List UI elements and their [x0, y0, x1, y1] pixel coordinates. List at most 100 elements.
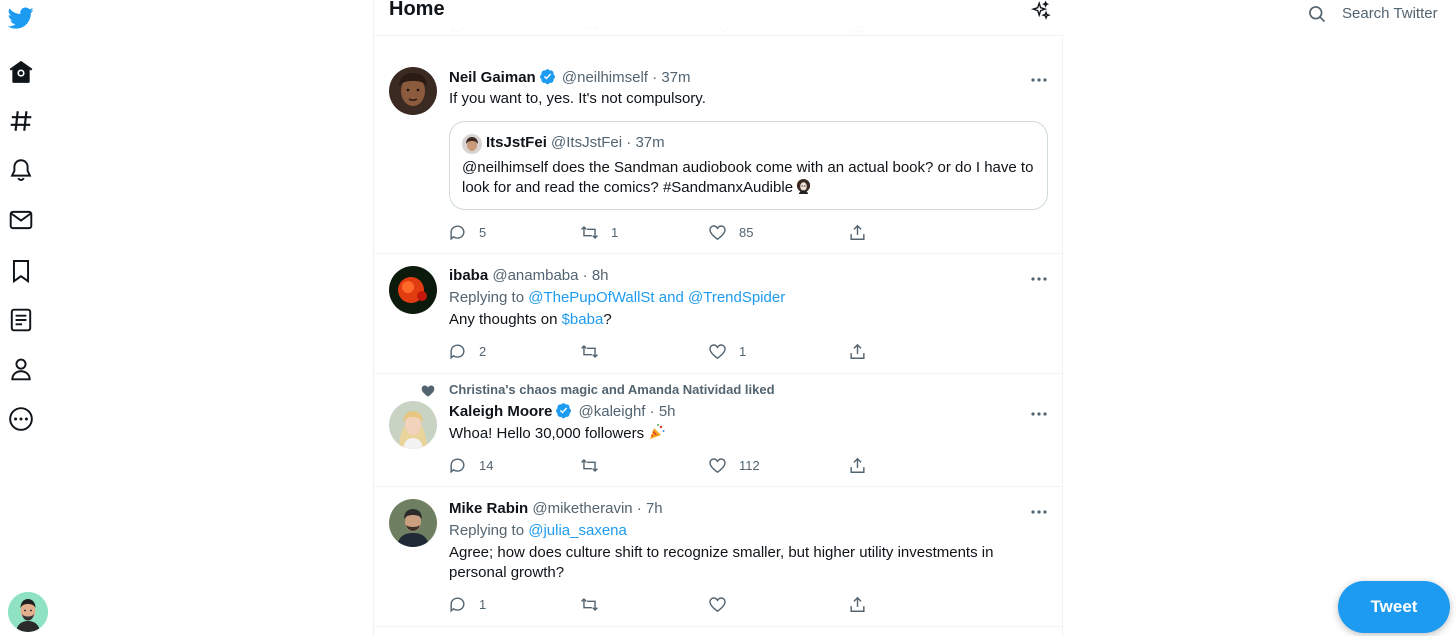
retweet-button[interactable]: 1 [580, 222, 618, 242]
tweet-actions: 14 112 [448, 455, 868, 475]
search-input[interactable]: Search Twitter [1342, 5, 1438, 22]
retweet-icon [581, 225, 598, 239]
top-tweets-sparkle-icon[interactable] [1029, 0, 1053, 22]
verified-badge-icon [556, 403, 572, 419]
reply-count: 5 [479, 224, 487, 240]
tweet[interactable]: Neil Gaiman @neilhimself · 37m If you wa… [374, 55, 1063, 254]
avatar[interactable] [389, 401, 437, 449]
social-context[interactable]: Christina's chaos magic and Amanda Nativ… [449, 382, 775, 397]
like-button[interactable]: 85 [708, 222, 753, 242]
author-name[interactable]: Neil Gaiman [449, 69, 536, 86]
tweet-text: Agree; how does culture shift to recogni… [449, 544, 994, 581]
tweet-text: Whoa! Hello 30,000 followers [449, 425, 645, 442]
reply-button[interactable]: 5 [448, 222, 486, 242]
author-handle[interactable]: @kaleighf [579, 403, 646, 420]
reply-button[interactable]: 14 [448, 455, 493, 475]
more-circle-icon[interactable] [6, 404, 36, 434]
timestamp[interactable]: 8h [592, 267, 609, 284]
share-icon [850, 596, 865, 612]
mention-link[interactable]: @julia_saxena [528, 522, 627, 539]
retweet-icon [581, 458, 598, 472]
author-handle[interactable]: @neilhimself [562, 69, 648, 86]
retweet-icon [581, 597, 598, 611]
share-button[interactable] [848, 341, 867, 361]
author-name[interactable]: Mike Rabin [449, 500, 528, 517]
mention-link[interactable]: @TrendSpider [688, 289, 785, 306]
retweet-button[interactable] [580, 455, 611, 475]
share-button[interactable] [848, 594, 867, 614]
timestamp[interactable]: 5h [659, 403, 676, 420]
tweet-compose-button[interactable]: Tweet [1338, 581, 1450, 633]
share-icon [850, 343, 865, 359]
share-button[interactable] [848, 222, 867, 242]
tweet-text: If you want to, yes. It's not compulsory… [449, 90, 706, 107]
retweet-icon [581, 344, 598, 358]
quoted-tweet[interactable]: ItsJstFei @ItsJstFei · 37m @neilhimself … [449, 121, 1048, 210]
more-options-icon[interactable] [1029, 406, 1049, 416]
reply-button[interactable]: 1 [448, 594, 486, 614]
reply-count: 1 [479, 596, 487, 612]
quoted-author-handle: @ItsJstFei [551, 134, 623, 151]
quoted-author-name: ItsJstFei [486, 134, 547, 151]
party-popper-emoji-icon [650, 424, 665, 439]
avatar[interactable] [389, 266, 437, 314]
reply-icon [450, 596, 465, 612]
author-name[interactable]: Kaleigh Moore [449, 403, 552, 420]
more-options-icon[interactable] [1029, 271, 1049, 281]
timestamp[interactable]: 7h [646, 500, 663, 517]
page-title: Home [389, 0, 445, 20]
heart-icon [709, 343, 726, 359]
heart-icon [709, 457, 726, 473]
reply-button[interactable]: 2 [448, 341, 486, 361]
retweet-button[interactable] [580, 341, 611, 361]
like-count: 112 [739, 457, 760, 473]
heart-icon [709, 596, 726, 612]
like-button[interactable]: 1 [708, 341, 746, 361]
quoted-timestamp: 37m [635, 134, 665, 151]
sandman-hashflag-emoji-icon [796, 178, 811, 195]
replying-to: Replying to @ThePupOfWallSt and @TrendSp… [449, 289, 786, 306]
retweet-count: 1 [611, 224, 619, 240]
mention-link[interactable]: @ThePupOfWallSt [528, 289, 654, 306]
verified-badge-icon [539, 69, 555, 85]
like-count: 85 [739, 224, 754, 240]
like-count: 1 [739, 343, 747, 359]
notifications-bell-icon[interactable] [6, 155, 36, 185]
more-options-icon[interactable] [1029, 72, 1049, 82]
author-handle[interactable]: @miketheravin [532, 500, 632, 517]
tweet-actions: 5 1 85 [448, 222, 868, 242]
retweet-button[interactable] [580, 594, 611, 614]
messages-mail-icon[interactable] [6, 205, 36, 235]
reply-count: 2 [479, 343, 487, 359]
account-avatar[interactable] [8, 592, 48, 632]
primary-nav [0, 0, 48, 636]
twitter-logo-icon[interactable] [6, 3, 36, 33]
tweet-text: Any thoughts on $baba? [449, 311, 612, 328]
profile-icon[interactable] [6, 354, 36, 384]
replying-to: Replying to @julia_saxena [449, 522, 627, 539]
tweet-actions: 2 1 [448, 341, 868, 361]
author-handle[interactable]: @anambaba [492, 267, 578, 284]
cashtag-link[interactable]: $baba [562, 311, 604, 328]
share-icon [850, 224, 865, 240]
tweet[interactable]: ibaba @anambaba · 8h Replying to @ThePup… [374, 254, 1063, 374]
share-button[interactable] [848, 455, 867, 475]
like-button[interactable] [708, 594, 739, 614]
share-icon [850, 457, 865, 473]
like-button[interactable]: 112 [708, 455, 760, 475]
more-options-icon[interactable] [1029, 504, 1049, 514]
heart-icon [709, 224, 726, 240]
quoted-text: @neilhimself does the Sandman audiobook … [462, 159, 1034, 196]
bookmark-icon[interactable] [6, 256, 36, 286]
explore-hashtag-icon[interactable] [6, 106, 36, 136]
tweet[interactable]: Christina's chaos magic and Amanda Nativ… [374, 374, 1063, 487]
tweet[interactable]: Mike Rabin @miketheravin · 7h Replying t… [374, 487, 1063, 627]
home-icon[interactable] [6, 57, 36, 87]
reply-icon [450, 343, 465, 359]
timestamp[interactable]: 37m [661, 69, 690, 86]
avatar[interactable] [389, 67, 437, 115]
avatar[interactable] [389, 499, 437, 547]
search-icon[interactable] [1307, 4, 1327, 24]
author-name[interactable]: ibaba [449, 267, 488, 284]
lists-icon[interactable] [6, 305, 36, 335]
